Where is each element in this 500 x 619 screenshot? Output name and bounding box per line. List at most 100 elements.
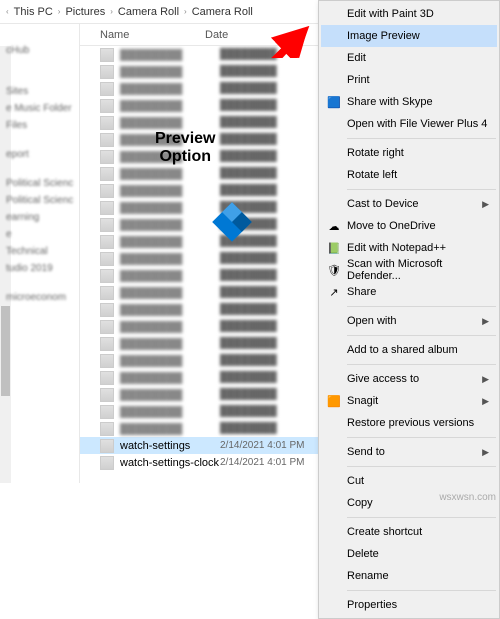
file-icon [100,337,114,351]
menu-separator [347,364,496,365]
file-icon [100,286,114,300]
menu-item-label: Rename [347,570,389,582]
context-menu-item[interactable]: ↗Share [321,281,497,303]
menu-item-label: Scan with Microsoft Defender... [347,258,491,282]
context-menu-item[interactable]: Edit [321,47,497,69]
context-menu-item[interactable]: Open with▶ [321,310,497,332]
scrollbar-thumb[interactable] [1,306,10,396]
menu-item-label: Cut [347,475,364,487]
menu-item-label: Rotate right [347,147,404,159]
file-icon [100,388,114,402]
context-menu-item[interactable]: Edit with Paint 3D [321,3,497,25]
chevron-right-icon: › [108,7,115,16]
sidebar-item[interactable]: Political Scienc [6,175,79,192]
context-menu-item[interactable]: Cast to Device ▶ [321,193,497,215]
context-menu-item[interactable]: 📗 Edit with Notepad++ [321,237,497,259]
context-menu-item[interactable]: Image Preview [321,25,497,47]
context-menu-item[interactable]: Rotate right [321,142,497,164]
context-menu-item[interactable]: Give access to ▶ [321,368,497,390]
file-icon [100,82,114,96]
menu-item-icon: 🟧 [326,393,342,409]
context-menu-item[interactable]: Create shortcut [321,521,497,543]
menu-item-label: Snagit [347,395,378,407]
sidebar-item[interactable]: Technical [6,243,79,260]
chevron-left-icon: ‹ [4,7,11,16]
menu-item-label: Cast to Device [347,198,419,210]
column-date[interactable]: Date [205,29,325,41]
menu-item-label: Send to [347,446,385,458]
windows-club-logo-icon [210,200,254,244]
sidebar-item[interactable]: e [6,226,79,243]
menu-item-label: Create shortcut [347,526,422,538]
menu-item-label: Open with [347,315,397,327]
menu-item-label: Edit [347,52,366,64]
menu-separator [347,517,496,518]
menu-item-label: Print [347,74,370,86]
sidebar-item[interactable]: e Music Folder [6,100,79,117]
sidebar-item[interactable]: earning [6,209,79,226]
file-icon [100,354,114,368]
menu-item-label: Delete [347,548,379,560]
menu-item-label: Edit with Notepad++ [347,242,446,254]
file-icon [100,48,114,62]
context-menu-item[interactable]: 🟧Snagit▶ [321,390,497,412]
context-menu-item[interactable]: Rotate left [321,164,497,186]
file-icon [100,167,114,181]
sidebar-item[interactable]: eport [6,146,79,163]
menu-item-label: Open with File Viewer Plus 4 [347,118,487,130]
file-icon [100,235,114,249]
sidebar-item[interactable]: Political Scienc [6,192,79,209]
menu-separator [347,306,496,307]
file-icon [100,320,114,334]
file-icon [100,303,114,317]
file-icon [100,133,114,147]
menu-separator [347,335,496,336]
file-icon [100,371,114,385]
file-icon [100,116,114,130]
file-icon [100,422,114,436]
context-menu-item[interactable]: 🟦Share with Skype [321,91,497,113]
context-menu-item[interactable]: Add to a shared album [321,339,497,361]
file-icon [100,252,114,266]
chevron-right-icon: ▶ [482,447,489,458]
menu-item-icon: ☁ [326,218,342,234]
context-menu-item[interactable]: ☁ Move to OneDrive [321,215,497,237]
menu-item-icon: 🟦 [326,94,342,110]
breadcrumb-seg[interactable]: This PC [11,0,56,23]
menu-item-label: Share [347,286,376,298]
file-icon [100,65,114,79]
context-menu-item[interactable]: Properties [321,594,497,616]
chevron-right-icon: ▶ [482,199,489,210]
context-menu: Edit with Paint 3DImage Preview Edit Print… [318,0,500,619]
sidebar-item[interactable]: cHub [6,42,79,59]
context-menu-item[interactable]: Rename [321,565,497,587]
file-icon [100,439,114,453]
sidebar-item[interactable]: Files [6,117,79,134]
context-menu-item[interactable]: Restore previous versions [321,412,497,434]
menu-item-label: Rotate left [347,169,397,181]
context-menu-item[interactable]: 🛡 Scan with Microsoft Defender... [321,259,497,281]
chevron-right-icon: › [182,7,189,16]
context-menu-item[interactable]: Cut [321,470,497,492]
menu-item-label: Restore previous versions [347,417,474,429]
menu-item-label: Give access to [347,373,419,385]
menu-item-label: Properties [347,599,397,611]
context-menu-item[interactable]: Open with File Viewer Plus 4 [321,113,497,135]
breadcrumb-seg[interactable]: Pictures [62,0,108,23]
menu-item-label: Move to OneDrive [347,220,436,232]
breadcrumb-seg[interactable]: Camera Roll [115,0,182,23]
context-menu-item[interactable]: Delete [321,543,497,565]
menu-separator [347,437,496,438]
menu-item-icon: 🛡 [326,262,342,278]
sidebar-item[interactable]: Sites [6,83,79,100]
context-menu-item[interactable]: Print [321,69,497,91]
sidebar-item[interactable]: tudio 2019 [6,260,79,277]
file-icon [100,456,114,470]
sidebar-item[interactable]: microeconom [6,289,79,306]
menu-item-icon: 📗 [326,240,342,256]
file-icon [100,269,114,283]
chevron-right-icon: ▶ [482,374,489,385]
column-name[interactable]: Name [100,29,205,41]
context-menu-item[interactable]: Send to ▶ [321,441,497,463]
breadcrumb-seg[interactable]: Camera Roll [189,0,256,23]
